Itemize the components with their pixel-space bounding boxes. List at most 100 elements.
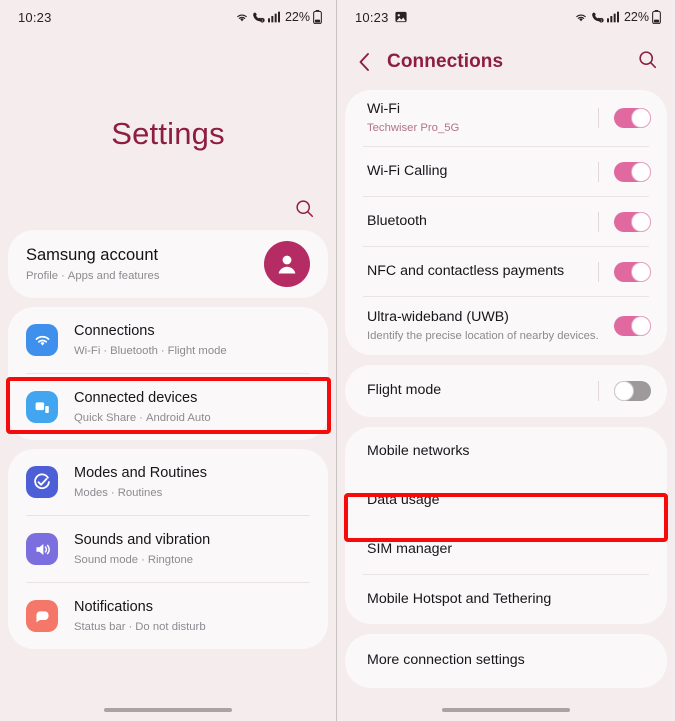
- connected-devices-title: Connected devices: [74, 390, 198, 407]
- list-item-sim-manager[interactable]: SIM manager: [345, 525, 667, 574]
- flight-mode-toggle-wrap[interactable]: [598, 381, 651, 401]
- wifi-title: Wi-Fi: [367, 100, 401, 117]
- list-item-uwb[interactable]: Ultra-wideband (UWB) Identify the precis…: [345, 297, 667, 355]
- sim-manager-text: SIM manager: [367, 541, 651, 559]
- back-chevron-icon[interactable]: [358, 52, 371, 72]
- nfc-text: NFC and contactless payments: [367, 263, 598, 281]
- more-connection-settings-text: More connection settings: [367, 652, 651, 670]
- search-icon[interactable]: [295, 199, 314, 218]
- svg-text:1: 1: [261, 19, 263, 23]
- wifi-calling-toggle-wrap[interactable]: [598, 161, 651, 182]
- toggle-knob: [631, 108, 651, 128]
- back-button[interactable]: [353, 51, 375, 73]
- subtitle-part: Flight mode: [167, 344, 227, 357]
- sidebar-item-notifications[interactable]: Notifications Status bar · Do not disturb: [8, 583, 328, 649]
- toggle-knob: [631, 261, 651, 282]
- bluetooth-toggle[interactable]: [614, 211, 651, 232]
- toggle-separator: [598, 211, 599, 232]
- subtitle-part: Apps and features: [67, 269, 160, 282]
- connections-text: Connections Wi-Fi · Bluetooth · Flight mode: [74, 322, 310, 357]
- wifi-text: Wi-Fi Techwiser Pro_5G: [367, 101, 598, 136]
- call-signal-icon: 1: [591, 11, 604, 23]
- connections-subtitle: Wi-Fi · Bluetooth · Flight mode: [74, 344, 310, 358]
- subtitle-part: Routines: [117, 486, 163, 499]
- home-gesture-bar[interactable]: [0, 708, 336, 712]
- subtitle-part: Sound mode: [74, 553, 139, 566]
- subtitle-part: Do not disturb: [135, 620, 206, 633]
- list-item-data-usage[interactable]: Data usage: [345, 476, 667, 525]
- wifi-toggle[interactable]: [614, 108, 651, 128]
- list-item-flight-mode[interactable]: Flight mode: [345, 365, 667, 417]
- wifi-calling-toggle[interactable]: [614, 161, 651, 182]
- wifi-toggle-wrap[interactable]: [598, 108, 651, 128]
- person-avatar-icon: [273, 250, 301, 278]
- toggle-knob: [631, 161, 651, 182]
- bluetooth-toggle-wrap[interactable]: [598, 211, 651, 232]
- home-gesture-bar[interactable]: [337, 708, 675, 712]
- samsung-account-card[interactable]: Samsung account Profile · Apps and feature…: [8, 230, 328, 298]
- cellular-icon: [606, 11, 619, 23]
- status-bar: 10:23 1 22%: [337, 0, 675, 34]
- flight-mode-text: Flight mode: [367, 382, 598, 400]
- sidebar-item-connected-devices[interactable]: Connected devices Quick Share · Android Au…: [8, 374, 328, 440]
- notifications-subtitle: Status bar · Do not disturb: [74, 620, 310, 634]
- wifi-icon: [574, 11, 588, 23]
- sim-manager-title: SIM manager: [367, 540, 453, 557]
- status-bar-right: 1 22%: [574, 10, 661, 25]
- toggle-separator: [598, 161, 599, 182]
- list-item-nfc[interactable]: NFC and contactless payments: [345, 247, 667, 296]
- connections-card[interactable]: Connections Wi-Fi · Bluetooth · Flight mode …: [8, 307, 328, 440]
- subtitle-part: Profile: [26, 269, 59, 282]
- search-button[interactable]: [295, 199, 314, 223]
- dual-phone-screenshot: 10:23 1 22% Settings Samsung account Pro…: [0, 0, 675, 721]
- search-button[interactable]: [638, 50, 657, 74]
- bullet-separator: ·: [61, 269, 65, 282]
- wifi-calling-title: Wi-Fi Calling: [367, 162, 448, 179]
- toggle-separator: [598, 381, 599, 401]
- sidebar-item-modes-and-routines[interactable]: Modes and Routines Modes · Routines: [8, 449, 328, 515]
- toggle-knob: [631, 316, 651, 336]
- subtitle-part: Android Auto: [145, 411, 211, 424]
- status-time: 10:23: [355, 9, 389, 25]
- right-phone-connections-screen: 10:23 1 22% Connections Wi-Fi Techwiser …: [337, 0, 675, 721]
- bullet-separator: ·: [110, 486, 115, 499]
- nfc-toggle[interactable]: [614, 261, 651, 282]
- page-title: Settings: [111, 116, 225, 151]
- toggle-separator: [598, 108, 599, 128]
- bullet-separator: ·: [160, 344, 165, 357]
- list-item-wifi[interactable]: Wi-Fi Techwiser Pro_5G: [345, 90, 667, 146]
- uwb-toggle[interactable]: [614, 316, 651, 336]
- battery-percentage: 22%: [623, 10, 649, 24]
- uwb-toggle-wrap[interactable]: [614, 316, 651, 336]
- subtitle-part: Modes: [74, 486, 108, 499]
- list-item-mobile-networks[interactable]: Mobile networks: [345, 427, 667, 476]
- list-item-mobile-hotspot[interactable]: Mobile Hotspot and Tethering: [345, 575, 667, 624]
- notifications-app-icon: [26, 600, 58, 632]
- flight-mode-toggle[interactable]: [614, 381, 651, 401]
- nfc-toggle-wrap[interactable]: [598, 261, 651, 282]
- connections-title: Connections: [74, 323, 155, 340]
- call-signal-icon: 1: [252, 11, 265, 23]
- device-settings-card[interactable]: Modes and Routines Modes · Routines Sounds…: [8, 449, 328, 649]
- modes-routines-text: Modes and Routines Modes · Routines: [74, 464, 310, 499]
- sidebar-item-connections[interactable]: Connections Wi-Fi · Bluetooth · Flight mode: [8, 307, 328, 373]
- subtitle-part: Bluetooth: [110, 344, 158, 357]
- search-icon[interactable]: [638, 50, 657, 69]
- battery-icon: [313, 10, 322, 25]
- sounds-text: Sounds and vibration Sound mode · Ringtone: [74, 531, 310, 566]
- data-usage-text: Data usage: [367, 492, 651, 510]
- sidebar-item-sounds-and-vibration[interactable]: Sounds and vibration Sound mode · Ringtone: [8, 516, 328, 582]
- sounds-title: Sounds and vibration: [74, 532, 211, 549]
- list-item-more-connection-settings[interactable]: More connection settings: [345, 634, 667, 688]
- mobile-networks-text: Mobile networks: [367, 443, 651, 461]
- status-time: 10:23: [18, 9, 52, 25]
- toggle-knob: [631, 211, 651, 232]
- list-item-wifi-calling[interactable]: Wi-Fi Calling: [345, 147, 667, 196]
- samsung-account-row[interactable]: Samsung account Profile · Apps and feature…: [8, 230, 328, 298]
- sounds-subtitle: Sound mode · Ringtone: [74, 553, 310, 567]
- svg-text:1: 1: [600, 19, 602, 23]
- list-item-bluetooth[interactable]: Bluetooth: [345, 197, 667, 246]
- avatar[interactable]: [264, 241, 310, 287]
- bullet-separator: ·: [141, 553, 145, 566]
- uwb-subtitle: Identify the precise location of nearby …: [367, 330, 599, 343]
